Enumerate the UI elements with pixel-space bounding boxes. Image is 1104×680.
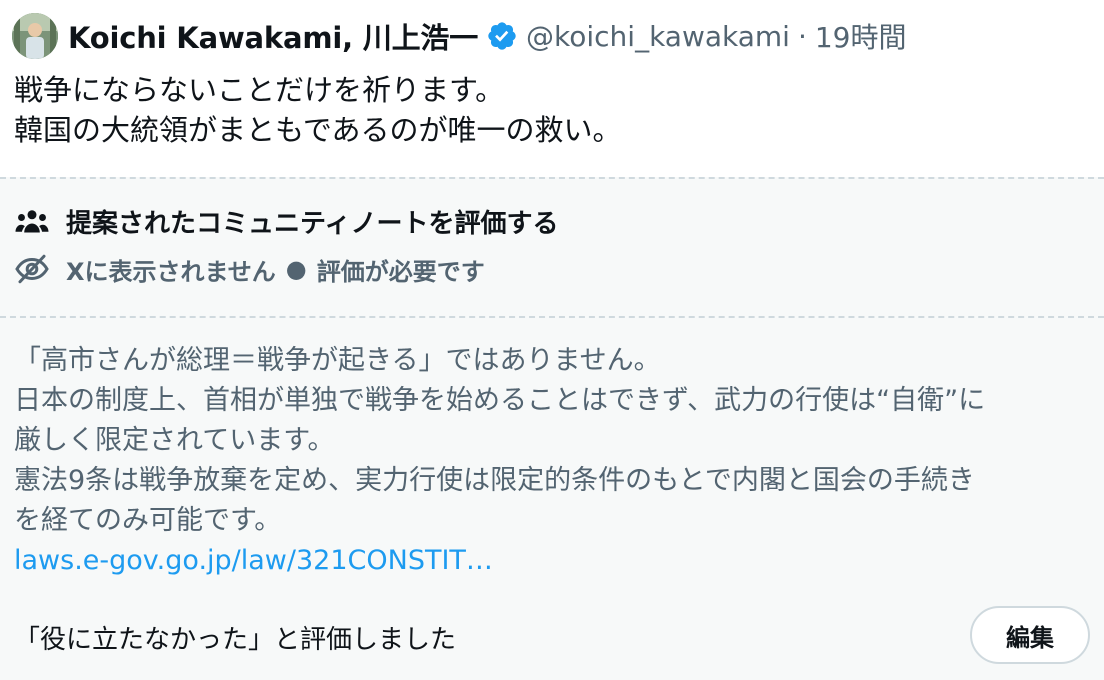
verified-badge-icon — [486, 20, 518, 52]
rating-result-text: 「役に立たなかった」と評価しました — [14, 625, 457, 655]
avatar[interactable] — [12, 13, 58, 59]
rate-note-title: 提案されたコミュニティノートを評価する — [66, 209, 559, 239]
edit-rating-button[interactable]: 編集 — [970, 606, 1090, 664]
status-bullet: ● — [285, 255, 307, 283]
note-source-link[interactable]: laws.e-gov.go.jp/law/321CONSTIT… — [14, 541, 1094, 581]
note-status: Xに表示されません ● 評価が必要です — [14, 251, 485, 287]
tweet-text: 戦争にならないことだけを祈ります。 韓国の大統領がまともであるのが唯一の救い。 — [14, 70, 622, 150]
note-body: 「高市さんが総理＝戦争が起きる」ではありません。 日本の制度上、首相が単独で戦争… — [14, 341, 1094, 581]
author-handle[interactable]: @koichi_kawakami — [526, 20, 790, 53]
note-body-line: を経てのみ可能です。 — [14, 505, 282, 536]
panel-divider — [0, 316, 1104, 318]
tweet-timestamp[interactable]: 19時間 — [815, 16, 907, 56]
note-body-line: 日本の制度上、首相が単独で戦争を始めることはできず、武力の行使は“自衛”に — [14, 385, 986, 416]
status-not-shown: Xに表示されません — [66, 257, 276, 286]
people-icon — [14, 204, 50, 240]
tweet-header: Koichi Kawakami, 川上浩一 @koichi_kawakami ·… — [12, 12, 907, 60]
rate-note-header[interactable]: 提案されたコミュニティノートを評価する — [14, 203, 558, 240]
tweet-text-line: 戦争にならないことだけを祈ります。 — [14, 73, 505, 107]
note-body-line: 憲法9条は戦争放棄を定め、実力行使は限定的条件のもとで内閣と国会の手続き — [14, 465, 975, 496]
note-body-line: 「高市さんが総理＝戦争が起きる」ではありません。 — [14, 345, 661, 376]
header-separator: · — [797, 19, 807, 53]
note-body-line: 厳しく限定されています。 — [14, 425, 335, 456]
tweet-card: Koichi Kawakami, 川上浩一 @koichi_kawakami ·… — [0, 0, 1104, 680]
author-name[interactable]: Koichi Kawakami, 川上浩一 — [68, 15, 478, 57]
status-needs-rating: 評価が必要です — [316, 257, 485, 286]
community-note-panel: 提案されたコミュニティノートを評価する Xに表示されません ● 評価が必要です … — [0, 177, 1104, 680]
tweet-text-line: 韓国の大統領がまともであるのが唯一の救い。 — [14, 113, 622, 147]
eye-off-icon — [14, 251, 50, 287]
